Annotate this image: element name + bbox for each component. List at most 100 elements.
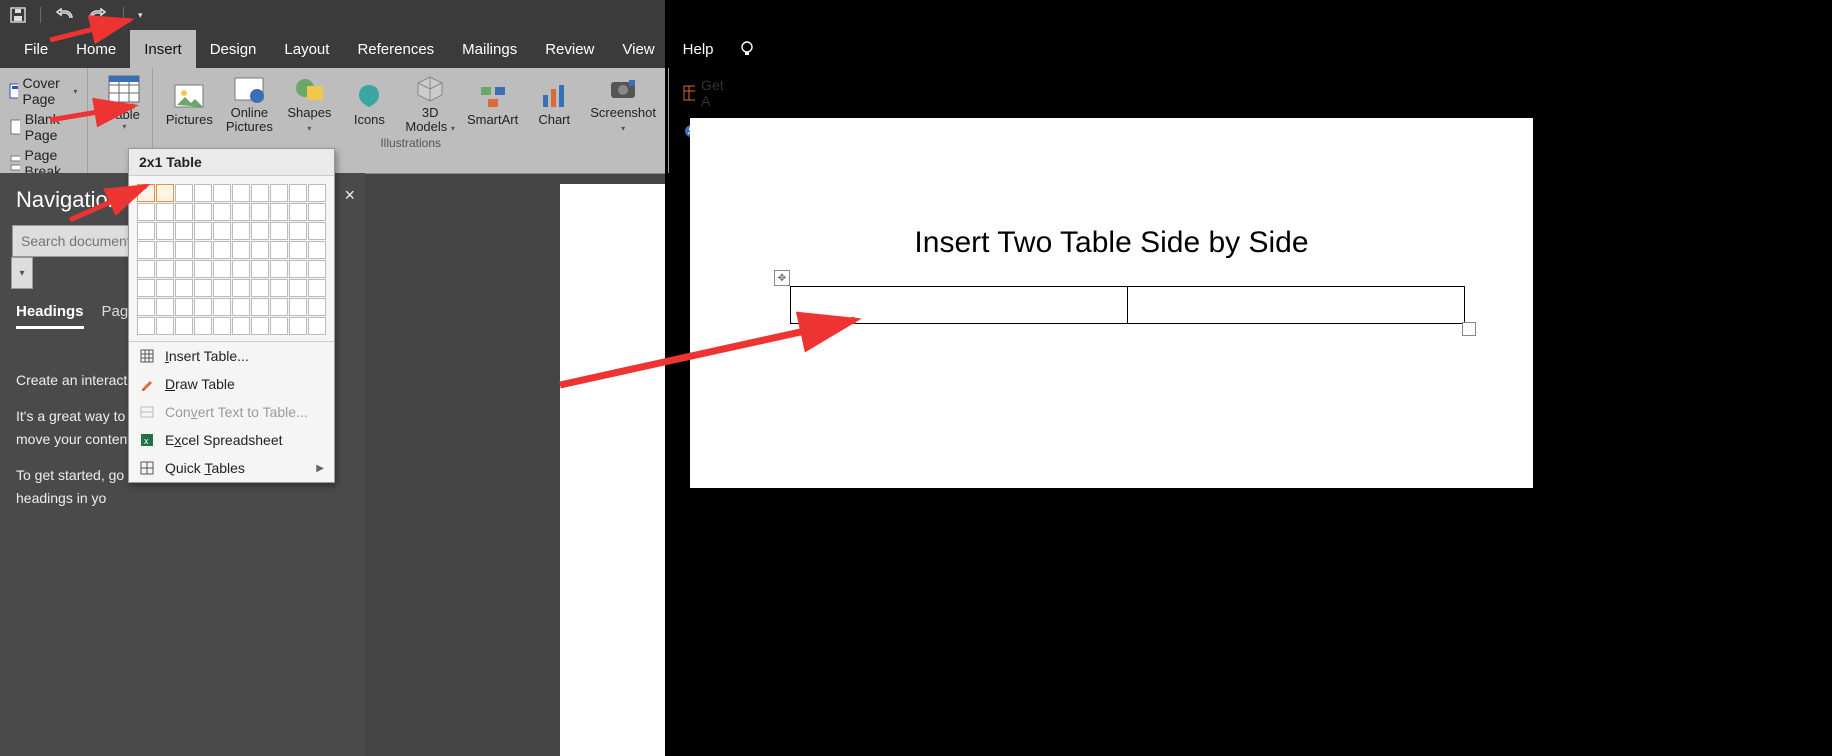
table-grid-cell[interactable] (137, 222, 155, 240)
table-grid-cell[interactable] (232, 298, 250, 316)
table-grid-cell[interactable] (156, 260, 174, 278)
table-grid-cell[interactable] (156, 203, 174, 221)
menu-view[interactable]: View (608, 30, 668, 68)
table-grid-cell[interactable] (308, 317, 326, 335)
table-grid-cell[interactable] (270, 260, 288, 278)
table-grid-cell[interactable] (213, 222, 231, 240)
table-grid-cell[interactable] (194, 222, 212, 240)
table-grid-cell[interactable] (289, 184, 307, 202)
table-grid-cell[interactable] (270, 298, 288, 316)
chart-button[interactable]: Chart (524, 71, 584, 135)
table-grid-cell[interactable] (156, 279, 174, 297)
table-grid-cell[interactable] (270, 222, 288, 240)
table-grid-cell[interactable] (232, 279, 250, 297)
shapes-button[interactable]: Shapes▾ (279, 71, 339, 135)
table-grid-cell[interactable] (156, 222, 174, 240)
table-grid-cell[interactable] (194, 260, 212, 278)
table-grid-cell[interactable] (308, 298, 326, 316)
table-grid-cell[interactable] (251, 241, 269, 259)
table-cell[interactable] (791, 287, 1128, 324)
table-grid-cell[interactable] (194, 184, 212, 202)
table-move-handle-icon[interactable]: ✥ (774, 270, 790, 286)
table-grid-cell[interactable] (270, 241, 288, 259)
menu-mailings[interactable]: Mailings (448, 30, 531, 68)
table-grid-cell[interactable] (156, 184, 174, 202)
table-size-grid[interactable] (129, 176, 334, 341)
menu-layout[interactable]: Layout (270, 30, 343, 68)
menu-references[interactable]: References (343, 30, 448, 68)
menu-review[interactable]: Review (531, 30, 608, 68)
table-grid-cell[interactable] (270, 203, 288, 221)
document-page-preview[interactable] (560, 184, 665, 756)
table-grid-cell[interactable] (175, 298, 193, 316)
save-icon[interactable] (10, 7, 26, 23)
table-grid-cell[interactable] (308, 241, 326, 259)
table-grid-cell[interactable] (137, 203, 155, 221)
insert-table-menuitem[interactable]: Insert Table... (129, 342, 334, 370)
redo-icon[interactable] (89, 8, 109, 22)
online-pictures-button[interactable]: OnlinePictures (219, 71, 279, 135)
cover-page-button[interactable]: Cover Page ▾ (8, 75, 77, 107)
table-grid-cell[interactable] (251, 317, 269, 335)
table-grid-cell[interactable] (270, 279, 288, 297)
table-grid-cell[interactable] (251, 279, 269, 297)
table-grid-cell[interactable] (251, 222, 269, 240)
table-grid-cell[interactable] (213, 241, 231, 259)
menu-design[interactable]: Design (196, 30, 271, 68)
quick-tables-menuitem[interactable]: Quick Tables ▶ (129, 454, 334, 482)
table-grid-cell[interactable] (289, 298, 307, 316)
table-grid-cell[interactable] (232, 241, 250, 259)
table-grid-cell[interactable] (137, 260, 155, 278)
table-resize-handle[interactable] (1462, 322, 1476, 336)
table-grid-cell[interactable] (308, 184, 326, 202)
table-grid-cell[interactable] (194, 203, 212, 221)
blank-page-button[interactable]: Blank Page (8, 111, 77, 143)
table-grid-cell[interactable] (213, 279, 231, 297)
table-grid-cell[interactable] (194, 298, 212, 316)
table-grid-cell[interactable] (194, 317, 212, 335)
draw-table-menuitem[interactable]: Draw Table (129, 370, 334, 398)
table-grid-cell[interactable] (156, 298, 174, 316)
table-grid-cell[interactable] (289, 317, 307, 335)
table-grid-cell[interactable] (175, 241, 193, 259)
table-grid-cell[interactable] (270, 184, 288, 202)
table-grid-cell[interactable] (175, 203, 193, 221)
table-grid-cell[interactable] (289, 222, 307, 240)
table-button[interactable]: Table ▾ (94, 71, 154, 131)
table-grid-cell[interactable] (289, 279, 307, 297)
pictures-button[interactable]: Pictures (159, 71, 219, 135)
table-grid-cell[interactable] (137, 184, 155, 202)
table-grid-cell[interactable] (175, 222, 193, 240)
table-grid-cell[interactable] (270, 317, 288, 335)
table-grid-cell[interactable] (137, 317, 155, 335)
table-grid-cell[interactable] (156, 241, 174, 259)
table-grid-cell[interactable] (232, 260, 250, 278)
table-grid-cell[interactable] (194, 279, 212, 297)
search-options-dropdown[interactable]: ▾ (11, 257, 33, 289)
inserted-table[interactable] (790, 286, 1465, 324)
table-grid-cell[interactable] (232, 184, 250, 202)
menu-insert[interactable]: Insert (130, 30, 196, 68)
table-grid-cell[interactable] (175, 317, 193, 335)
table-grid-cell[interactable] (175, 184, 193, 202)
icons-button[interactable]: Icons (339, 71, 399, 135)
menu-help[interactable]: Help (669, 30, 728, 68)
table-grid-cell[interactable] (232, 222, 250, 240)
table-grid-cell[interactable] (232, 317, 250, 335)
table-grid-cell[interactable] (213, 184, 231, 202)
table-grid-cell[interactable] (156, 317, 174, 335)
table-grid-cell[interactable] (194, 241, 212, 259)
table-grid-cell[interactable] (308, 260, 326, 278)
tell-me-bulb-icon[interactable] (728, 30, 766, 68)
customize-qat-icon[interactable]: ▾ (138, 10, 143, 21)
table-grid-cell[interactable] (213, 317, 231, 335)
table-grid-cell[interactable] (251, 298, 269, 316)
table-grid-cell[interactable] (175, 279, 193, 297)
table-grid-cell[interactable] (251, 260, 269, 278)
excel-spreadsheet-menuitem[interactable]: x Excel Spreadsheet (129, 426, 334, 454)
table-grid-cell[interactable] (137, 241, 155, 259)
table-grid-cell[interactable] (175, 260, 193, 278)
table-grid-cell[interactable] (137, 298, 155, 316)
table-grid-cell[interactable] (213, 298, 231, 316)
table-grid-cell[interactable] (289, 260, 307, 278)
